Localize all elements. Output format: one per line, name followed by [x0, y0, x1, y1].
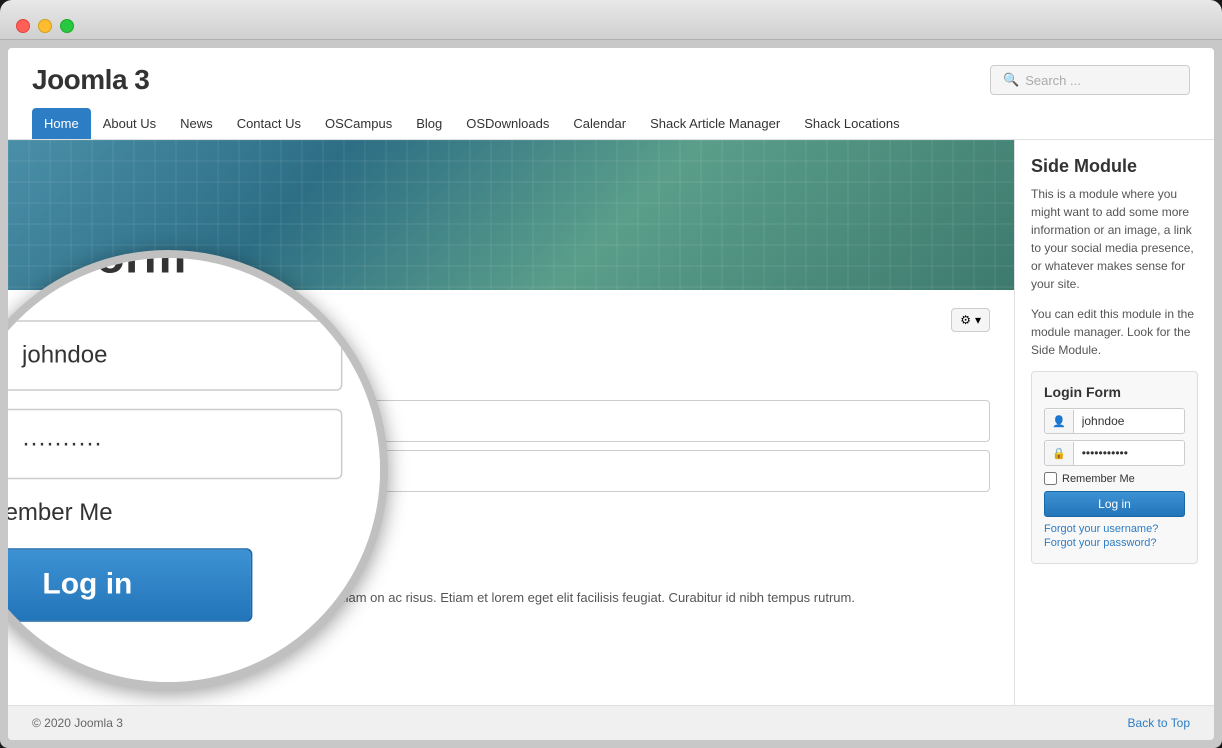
side-remember-checkbox[interactable]	[1044, 472, 1057, 485]
gear-button[interactable]: ⚙ ▾	[951, 308, 990, 332]
hero-image	[8, 140, 1014, 290]
site-footer: © 2020 Joomla 3 Back to Top	[8, 705, 1214, 740]
nav-item-about[interactable]: About Us	[91, 108, 168, 139]
side-password-group: 🔒	[1044, 440, 1185, 466]
gear-dropdown-arrow: ▾	[975, 313, 981, 327]
side-module-text1: This is a module where you might want to…	[1031, 185, 1198, 293]
forgot-password-link[interactable]: Forgot your password?	[1044, 537, 1185, 549]
nav-item-news[interactable]: News	[168, 108, 225, 139]
content-area: ⚙ ▾ ule. Login Form 👤 🔒	[8, 140, 1014, 705]
side-login-form: Login Form 👤 🔒 Remember Me Log in	[1031, 371, 1198, 564]
website: Joomla 3 🔍 Search ... Home About Us News…	[8, 48, 1214, 740]
back-to-top-link[interactable]: Back to Top	[1128, 716, 1190, 730]
password-input[interactable]	[78, 453, 989, 489]
side-username-input[interactable]	[1074, 409, 1185, 433]
browser-container: Joomla 3 🔍 Search ... Home About Us News…	[0, 40, 1222, 748]
nav-item-contact[interactable]: Contact Us	[225, 108, 313, 139]
login-form-main: Login Form 👤 🔒 Remember Me Log in	[8, 345, 1014, 588]
nav-item-calendar[interactable]: Calendar	[561, 108, 638, 139]
password-group: 🔒	[32, 450, 990, 492]
article-body: ed dictum sapien et cursus scelerisque. …	[8, 588, 1014, 616]
side-panel: Side Module This is a module where you m…	[1014, 140, 1214, 705]
nav-item-shack-article[interactable]: Shack Article Manager	[638, 108, 792, 139]
username-group: 👤	[32, 400, 990, 442]
gear-dropdown: ⚙ ▾	[951, 308, 990, 332]
search-box[interactable]: 🔍 Search ...	[990, 65, 1190, 95]
window-chrome	[0, 0, 1222, 40]
main-content: ⚙ ▾ ule. Login Form 👤 🔒	[8, 140, 1214, 705]
forgot-username-link[interactable]: Forgot your username?	[1044, 523, 1185, 535]
side-lock-icon: 🔒	[1045, 442, 1074, 465]
lock-icon: 🔒	[33, 451, 78, 491]
gear-icon: ⚙	[960, 313, 971, 327]
side-login-button[interactable]: Log in	[1044, 491, 1185, 517]
site-title: Joomla 3	[32, 64, 149, 96]
site-header: Joomla 3 🔍 Search ... Home About Us News…	[8, 48, 1214, 140]
nav-item-oscampus[interactable]: OSCampus	[313, 108, 404, 139]
side-login-title: Login Form	[1044, 384, 1185, 400]
side-module-title: Side Module	[1031, 156, 1198, 177]
minimize-button[interactable]	[38, 19, 52, 33]
site-nav: Home About Us News Contact Us OSCampus B…	[32, 108, 1190, 139]
traffic-lights	[16, 19, 74, 33]
side-password-input[interactable]	[1074, 441, 1185, 465]
article-partial-heading: ule.	[8, 290, 1014, 345]
side-username-group: 👤	[1044, 408, 1185, 434]
remember-me-label: Remember Me	[53, 504, 146, 520]
user-icon: 👤	[33, 401, 78, 441]
close-button[interactable]	[16, 19, 30, 33]
search-placeholder: Search ...	[1025, 73, 1081, 88]
search-icon: 🔍	[1003, 72, 1019, 88]
login-button[interactable]: Log in	[32, 532, 232, 572]
nav-item-home[interactable]: Home	[32, 108, 91, 139]
side-module-text2: You can edit this module in the module m…	[1031, 305, 1198, 359]
login-form-title: Login Form	[32, 361, 990, 384]
side-remember-group: Remember Me	[1044, 472, 1185, 485]
header-top: Joomla 3 🔍 Search ...	[32, 64, 1190, 96]
footer-copyright: © 2020 Joomla 3	[32, 716, 123, 730]
side-user-icon: 👤	[1045, 410, 1074, 433]
nav-item-shack-locations[interactable]: Shack Locations	[792, 108, 911, 139]
remember-me-checkbox[interactable]	[32, 506, 45, 519]
username-input[interactable]	[78, 403, 989, 439]
nav-item-blog[interactable]: Blog	[404, 108, 454, 139]
remember-me-group: Remember Me	[32, 504, 990, 520]
nav-item-osdownloads[interactable]: OSDownloads	[454, 108, 561, 139]
side-remember-label: Remember Me	[1062, 473, 1135, 485]
maximize-button[interactable]	[60, 19, 74, 33]
